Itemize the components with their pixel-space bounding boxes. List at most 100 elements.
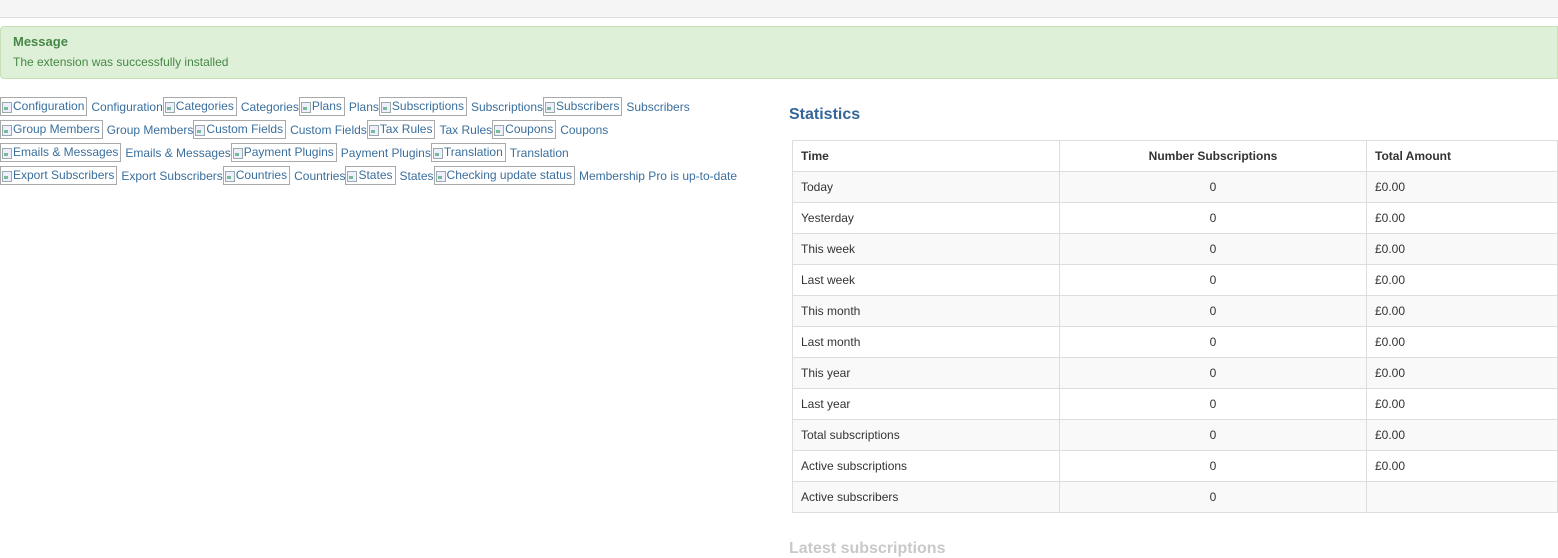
quick-icon-label[interactable]: Membership Pro is up-to-date xyxy=(579,169,737,183)
quick-icon-label[interactable]: Custom Fields xyxy=(290,123,367,137)
cell-time: Last year xyxy=(792,388,1060,420)
payment-plugins-icon[interactable]: Payment Plugins xyxy=(230,143,337,162)
translation-icon[interactable]: Translation xyxy=(430,143,506,162)
quick-icon-label[interactable]: Emails & Messages xyxy=(125,146,230,160)
icon-alt-text: Group Members xyxy=(13,122,100,136)
states-icon[interactable]: States xyxy=(345,166,396,185)
quick-icon-label[interactable]: Plans xyxy=(349,100,379,114)
broken-image-icon xyxy=(544,101,555,113)
table-row: Total subscriptions 0 £0.00 xyxy=(792,419,1558,451)
cell-number-subscriptions: 0 xyxy=(1059,481,1367,513)
cell-total-amount: £0.00 xyxy=(1366,357,1558,389)
quick-icon-plans[interactable]: Plans Plans xyxy=(298,97,379,116)
icon-alt-text: Configuration xyxy=(13,99,85,113)
quick-icon-translation[interactable]: Translation Translation xyxy=(430,143,569,162)
cell-time: Total subscriptions xyxy=(792,419,1060,451)
quick-icon-configuration[interactable]: Configuration Configuration xyxy=(0,97,163,116)
table-row: This week 0 £0.00 xyxy=(792,233,1558,265)
subscriptions-icon[interactable]: Subscriptions xyxy=(378,97,467,116)
broken-image-icon xyxy=(164,101,175,113)
cell-total-amount: £0.00 xyxy=(1366,171,1558,203)
broken-image-icon xyxy=(232,147,243,159)
custom-fields-icon[interactable]: Custom Fields xyxy=(193,120,287,139)
cell-number-subscriptions: 0 xyxy=(1059,295,1367,327)
quick-icon-coupons[interactable]: Coupons Coupons xyxy=(492,120,608,139)
statistics-title: Statistics xyxy=(789,106,861,123)
icon-row: Emails & Messages Emails & Messages Paymen… xyxy=(0,141,770,164)
broken-image-icon xyxy=(1,101,12,113)
quick-icon-label[interactable]: Categories xyxy=(241,100,299,114)
quick-icon-tax-rules[interactable]: Tax Rules Tax Rules xyxy=(366,120,492,139)
quick-icon-label[interactable]: Countries xyxy=(294,169,345,183)
emails-messages-icon[interactable]: Emails & Messages xyxy=(0,143,122,162)
icon-alt-text: Custom Fields xyxy=(206,122,284,136)
export-subscribers-icon[interactable]: Export Subscribers xyxy=(0,166,118,185)
icon-alt-text: Coupons xyxy=(505,122,554,136)
quick-icon-label[interactable]: Subscriptions xyxy=(471,100,543,114)
quick-icon-payment-plugins[interactable]: Payment Plugins Payment Plugins xyxy=(230,143,431,162)
quick-icon-export-subscribers[interactable]: Export Subscribers Export Subscribers xyxy=(0,166,223,185)
checking-update-status-icon[interactable]: Checking update status xyxy=(433,166,575,185)
tax-rules-icon[interactable]: Tax Rules xyxy=(366,120,436,139)
table-row: Active subscribers 0 xyxy=(792,481,1558,513)
categories-icon[interactable]: Categories xyxy=(162,97,237,116)
quick-icon-label[interactable]: Tax Rules xyxy=(439,123,492,137)
quick-icon-label[interactable]: Translation xyxy=(510,146,569,160)
icon-alt-text: Plans xyxy=(311,99,342,113)
broken-image-icon xyxy=(1,124,12,136)
icon-row: Group Members Group Members Custom Fields C… xyxy=(0,118,770,141)
quick-icon-label[interactable]: Coupons xyxy=(560,123,608,137)
quick-icon-label[interactable]: States xyxy=(400,169,434,183)
table-row: Last year 0 £0.00 xyxy=(792,388,1558,420)
quick-icon-emails-messages[interactable]: Emails & Messages Emails & Messages xyxy=(0,143,231,162)
icon-row: Export Subscribers Export Subscribers Coun… xyxy=(0,164,770,187)
icon-alt-text: Translation xyxy=(443,145,503,159)
quick-icon-subscriptions[interactable]: Subscriptions Subscriptions xyxy=(378,97,543,116)
configuration-icon[interactable]: Configuration xyxy=(0,97,88,116)
cell-total-amount: £0.00 xyxy=(1366,388,1558,420)
quick-icon-label[interactable]: Subscribers xyxy=(626,100,689,114)
cell-total-amount xyxy=(1366,481,1558,513)
table-row: Yesterday 0 £0.00 xyxy=(792,202,1558,234)
cell-number-subscriptions: 0 xyxy=(1059,264,1367,296)
broken-image-icon xyxy=(1,147,12,159)
cell-total-amount: £0.00 xyxy=(1366,419,1558,451)
cell-number-subscriptions: 0 xyxy=(1059,357,1367,389)
quick-icons-panel: Configuration Configuration Categories Cate… xyxy=(0,95,770,187)
subscribers-icon[interactable]: Subscribers xyxy=(543,97,623,116)
quick-icon-label[interactable]: Configuration xyxy=(91,100,162,114)
cell-total-amount: £0.00 xyxy=(1366,450,1558,482)
success-message: Message The extension was successfully i… xyxy=(0,26,1558,79)
icon-alt-text: Countries xyxy=(235,168,288,182)
cell-time: Active subscriptions xyxy=(792,450,1060,482)
quick-icon-categories[interactable]: Categories Categories xyxy=(162,97,299,116)
quick-icon-states[interactable]: States States xyxy=(345,166,434,185)
cell-time: Yesterday xyxy=(792,202,1060,234)
icon-alt-text: Checking update status xyxy=(446,168,572,182)
broken-image-icon xyxy=(194,124,206,136)
cell-number-subscriptions: 0 xyxy=(1059,326,1367,358)
quick-icon-custom-fields[interactable]: Custom Fields Custom Fields xyxy=(193,120,367,139)
icon-row: Configuration Configuration Categories Cate… xyxy=(0,95,770,118)
quick-icon-countries[interactable]: Countries Countries xyxy=(222,166,345,185)
cell-number-subscriptions: 0 xyxy=(1059,233,1367,265)
cell-total-amount: £0.00 xyxy=(1366,233,1558,265)
icon-alt-text: Emails & Messages xyxy=(13,145,119,159)
quick-icon-group-members[interactable]: Group Members Group Members xyxy=(0,120,193,139)
message-text: The extension was successfully installed xyxy=(13,55,229,69)
icon-alt-text: States xyxy=(358,168,393,182)
cell-time: Today xyxy=(792,171,1060,203)
quick-icon-subscribers[interactable]: Subscribers Subscribers xyxy=(543,97,690,116)
message-heading: Message xyxy=(13,34,68,49)
quick-icon-checking-update-status[interactable]: Checking update status Membership Pro is … xyxy=(433,166,737,185)
quick-icon-label[interactable]: Payment Plugins xyxy=(341,146,431,160)
plans-icon[interactable]: Plans xyxy=(298,97,345,116)
quick-icon-label[interactable]: Group Members xyxy=(107,123,194,137)
coupons-icon[interactable]: Coupons xyxy=(492,120,557,139)
countries-icon[interactable]: Countries xyxy=(222,166,291,185)
broken-image-icon xyxy=(432,147,443,159)
group-members-icon[interactable]: Group Members xyxy=(0,120,103,139)
broken-image-icon xyxy=(1,170,12,182)
quick-icon-label[interactable]: Export Subscribers xyxy=(121,169,222,183)
broken-image-icon xyxy=(493,124,505,136)
